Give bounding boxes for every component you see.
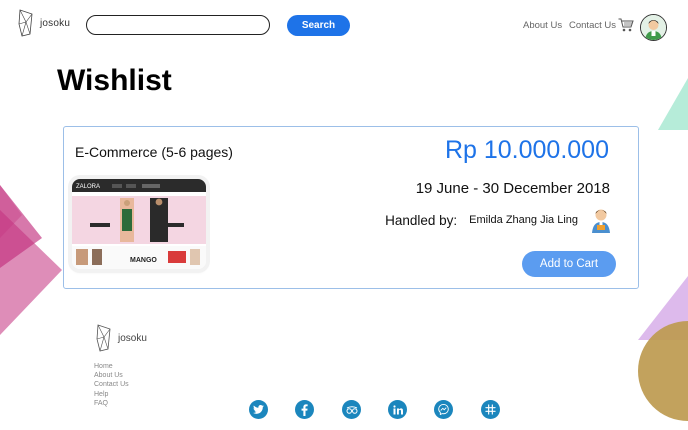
user-avatar[interactable] bbox=[640, 14, 667, 41]
header-logo[interactable]: josoku bbox=[18, 8, 70, 38]
search-button[interactable]: Search bbox=[287, 15, 350, 36]
add-to-cart-button[interactable]: Add to Cart bbox=[522, 251, 616, 277]
user-avatar-icon bbox=[641, 15, 666, 40]
tripadvisor-icon[interactable] bbox=[342, 400, 361, 419]
twitter-icon[interactable] bbox=[249, 400, 268, 419]
footer-link-help[interactable]: Help bbox=[94, 390, 129, 399]
footer-link-about-us[interactable]: About Us bbox=[94, 371, 129, 380]
thumbnail-brand: ZALORA bbox=[76, 184, 100, 190]
tripadvisor-glyph bbox=[346, 405, 357, 414]
item-price: Rp 10.000.000 bbox=[444, 136, 609, 164]
cart-icon[interactable] bbox=[618, 18, 634, 32]
josoku-logo-icon bbox=[18, 9, 33, 37]
footer-link-home[interactable]: Home bbox=[94, 362, 129, 371]
slack-glyph bbox=[485, 404, 496, 415]
wishlist-item-card: E-Commerce (5-6 pages) ZALORA MANGO Rp 1… bbox=[63, 126, 639, 289]
handled-by-label: Handled by: bbox=[385, 212, 458, 228]
linkedin-glyph bbox=[392, 404, 403, 414]
handled-by-row: Handled by: Emilda Zhang Jia Ling bbox=[385, 207, 612, 233]
linkedin-icon[interactable] bbox=[388, 400, 407, 419]
footer-links: Home About Us Contact Us Help FAQ bbox=[94, 362, 129, 408]
item-date-range: 19 June - 30 December 2018 bbox=[415, 180, 610, 197]
messenger-icon[interactable] bbox=[434, 400, 453, 419]
page-title: Wishlist bbox=[57, 64, 172, 97]
footer-link-faq[interactable]: FAQ bbox=[94, 399, 129, 408]
nav-contact-us[interactable]: Contact Us bbox=[569, 20, 616, 31]
thumbnail-image: ZALORA MANGO bbox=[72, 179, 206, 269]
slack-icon[interactable] bbox=[481, 400, 500, 419]
nav-about-us[interactable]: About Us bbox=[523, 20, 562, 31]
search-input[interactable] bbox=[86, 15, 270, 35]
item-name: E-Commerce (5-6 pages) bbox=[75, 144, 233, 160]
twitter-bird-glyph bbox=[253, 405, 264, 414]
handler-name: Emilda Zhang Jia Ling bbox=[469, 214, 578, 226]
footer-logo[interactable]: josoku bbox=[94, 323, 147, 353]
josoku-logo-icon bbox=[96, 324, 111, 352]
logo-text: josoku bbox=[40, 17, 71, 29]
handler-avatar-icon bbox=[592, 209, 610, 233]
footer-link-contact-us[interactable]: Contact Us bbox=[94, 380, 129, 389]
wishlist-page: josoku Search About Us Contact Us Wishli… bbox=[0, 0, 688, 430]
thumbnail-promo-brand: MANGO bbox=[130, 257, 157, 264]
facebook-icon[interactable] bbox=[295, 400, 314, 419]
item-thumbnail[interactable]: ZALORA MANGO bbox=[72, 179, 206, 269]
facebook-glyph bbox=[301, 403, 308, 416]
footer-logo-text: josoku bbox=[118, 332, 147, 344]
messenger-glyph bbox=[438, 404, 449, 415]
